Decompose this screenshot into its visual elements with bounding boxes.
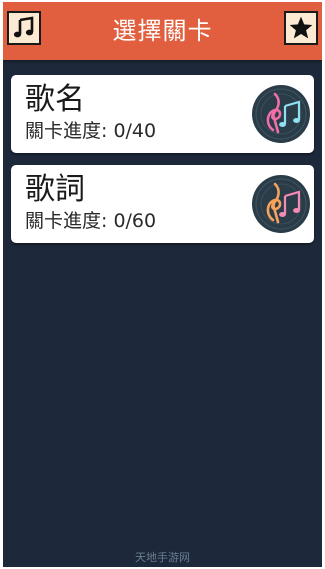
music-note-icon [13,16,34,38]
music-disc-icon [252,85,310,143]
level-card-lyrics[interactable]: 歌詞 關卡進度: 0/60 [11,165,314,243]
star-icon [289,16,313,39]
music-disc-icon [252,175,310,233]
level-name: 歌詞 [25,172,85,207]
level-progress: 關卡進度: 0/40 [25,120,157,142]
level-progress: 關卡進度: 0/60 [25,210,157,232]
level-name: 歌名 [25,82,85,117]
level-card-song-title[interactable]: 歌名 關卡進度: 0/40 [11,75,314,153]
favorites-button[interactable] [284,11,318,45]
app-screen: 選擇關卡 歌名 關卡進度: 0/40 歌詞 關卡進度: 0/60 天地手游网 [3,2,322,567]
watermark: 天地手游网 [135,551,190,564]
header-bar: 選擇關卡 [3,2,322,60]
music-button[interactable] [7,11,41,45]
page-title: 選擇關卡 [112,17,213,45]
